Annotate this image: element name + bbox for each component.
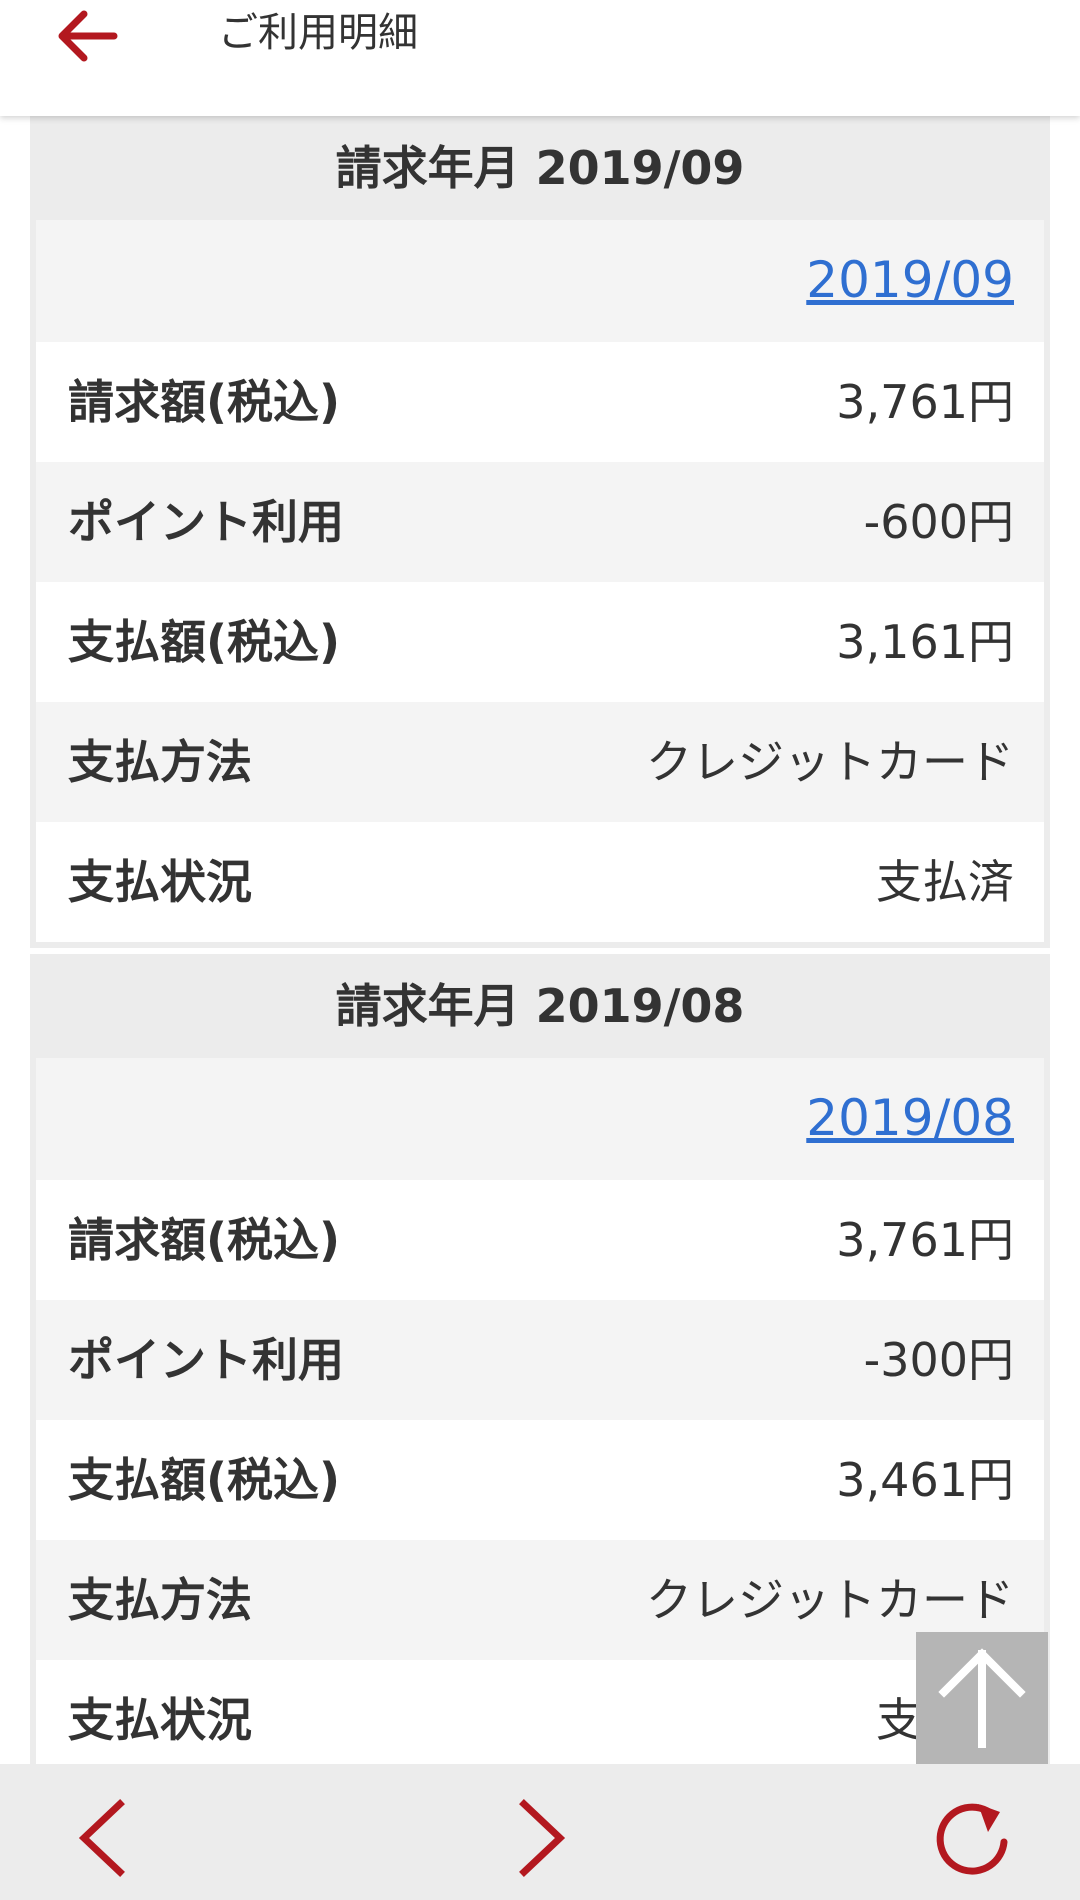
row-label: 請求額(税込) <box>68 1213 341 1267</box>
page-title: ご利用明細 <box>218 10 418 56</box>
row-payment-amount: 支払額(税込) 3,461円 <box>36 1420 1044 1540</box>
statement-list[interactable]: 請求年月 2019/09 2019/09 請求額(税込) 3,761円 ポイント… <box>0 116 1080 1764</box>
row-label: 支払額(税込) <box>68 1453 341 1507</box>
statement-title: 請求年月 2019/08 <box>335 979 745 1033</box>
row-payment-status: 支払状況 支払済 <box>36 822 1044 942</box>
row-billing-amount: 請求額(税込) 3,761円 <box>36 342 1044 462</box>
row-value: 3,161円 <box>836 615 1014 669</box>
row-label: ポイント利用 <box>68 495 344 549</box>
row-label: 支払状況 <box>68 1693 252 1747</box>
back-button[interactable] <box>56 6 120 66</box>
reload-button[interactable] <box>934 1798 1014 1878</box>
app-header: ご利用明細 <box>0 0 1080 116</box>
chevron-right-icon <box>519 1799 566 1877</box>
row-label: 支払状況 <box>68 855 252 909</box>
back-nav-button[interactable] <box>64 1798 144 1878</box>
forward-nav-button[interactable] <box>500 1798 580 1878</box>
statement-link-row: 2019/08 <box>36 1058 1044 1180</box>
arrow-left-icon <box>58 10 118 62</box>
row-value: 3,461円 <box>836 1453 1014 1507</box>
row-value: 支払済 <box>876 855 1014 909</box>
reload-icon <box>936 1803 1008 1875</box>
row-label: 支払方法 <box>68 1573 252 1627</box>
row-label: 支払方法 <box>68 735 252 789</box>
row-value: クレジットカード <box>646 735 1014 789</box>
row-value: -600円 <box>863 495 1014 549</box>
statement-card: 請求年月 2019/09 2019/09 請求額(税込) 3,761円 ポイント… <box>30 116 1050 948</box>
row-point-usage: ポイント利用 -600円 <box>36 462 1044 582</box>
row-point-usage: ポイント利用 -300円 <box>36 1300 1044 1420</box>
browser-nav-bar <box>0 1764 1080 1900</box>
row-billing-amount: 請求額(税込) 3,761円 <box>36 1180 1044 1300</box>
statement-link-row: 2019/09 <box>36 220 1044 342</box>
chevron-left-icon <box>78 1799 125 1877</box>
row-payment-status: 支払状況 支払済 <box>36 1660 1044 1764</box>
statement-card: 請求年月 2019/08 2019/08 請求額(税込) 3,761円 ポイント… <box>30 954 1050 1764</box>
row-payment-amount: 支払額(税込) 3,161円 <box>36 582 1044 702</box>
row-value: 3,761円 <box>836 375 1014 429</box>
row-value: -300円 <box>863 1333 1014 1387</box>
row-label: 請求額(税込) <box>68 375 341 429</box>
statement-title: 請求年月 2019/09 <box>335 141 745 195</box>
statement-link[interactable]: 2019/08 <box>806 1088 1014 1148</box>
statement-link[interactable]: 2019/09 <box>806 250 1014 310</box>
row-payment-method: 支払方法 クレジットカード <box>36 1540 1044 1660</box>
arrow-up-icon <box>938 1648 1026 1748</box>
row-label: ポイント利用 <box>68 1333 344 1387</box>
row-value: 3,761円 <box>836 1213 1014 1267</box>
row-payment-method: 支払方法 クレジットカード <box>36 702 1044 822</box>
row-label: 支払額(税込) <box>68 615 341 669</box>
scroll-top-button[interactable] <box>916 1632 1048 1764</box>
